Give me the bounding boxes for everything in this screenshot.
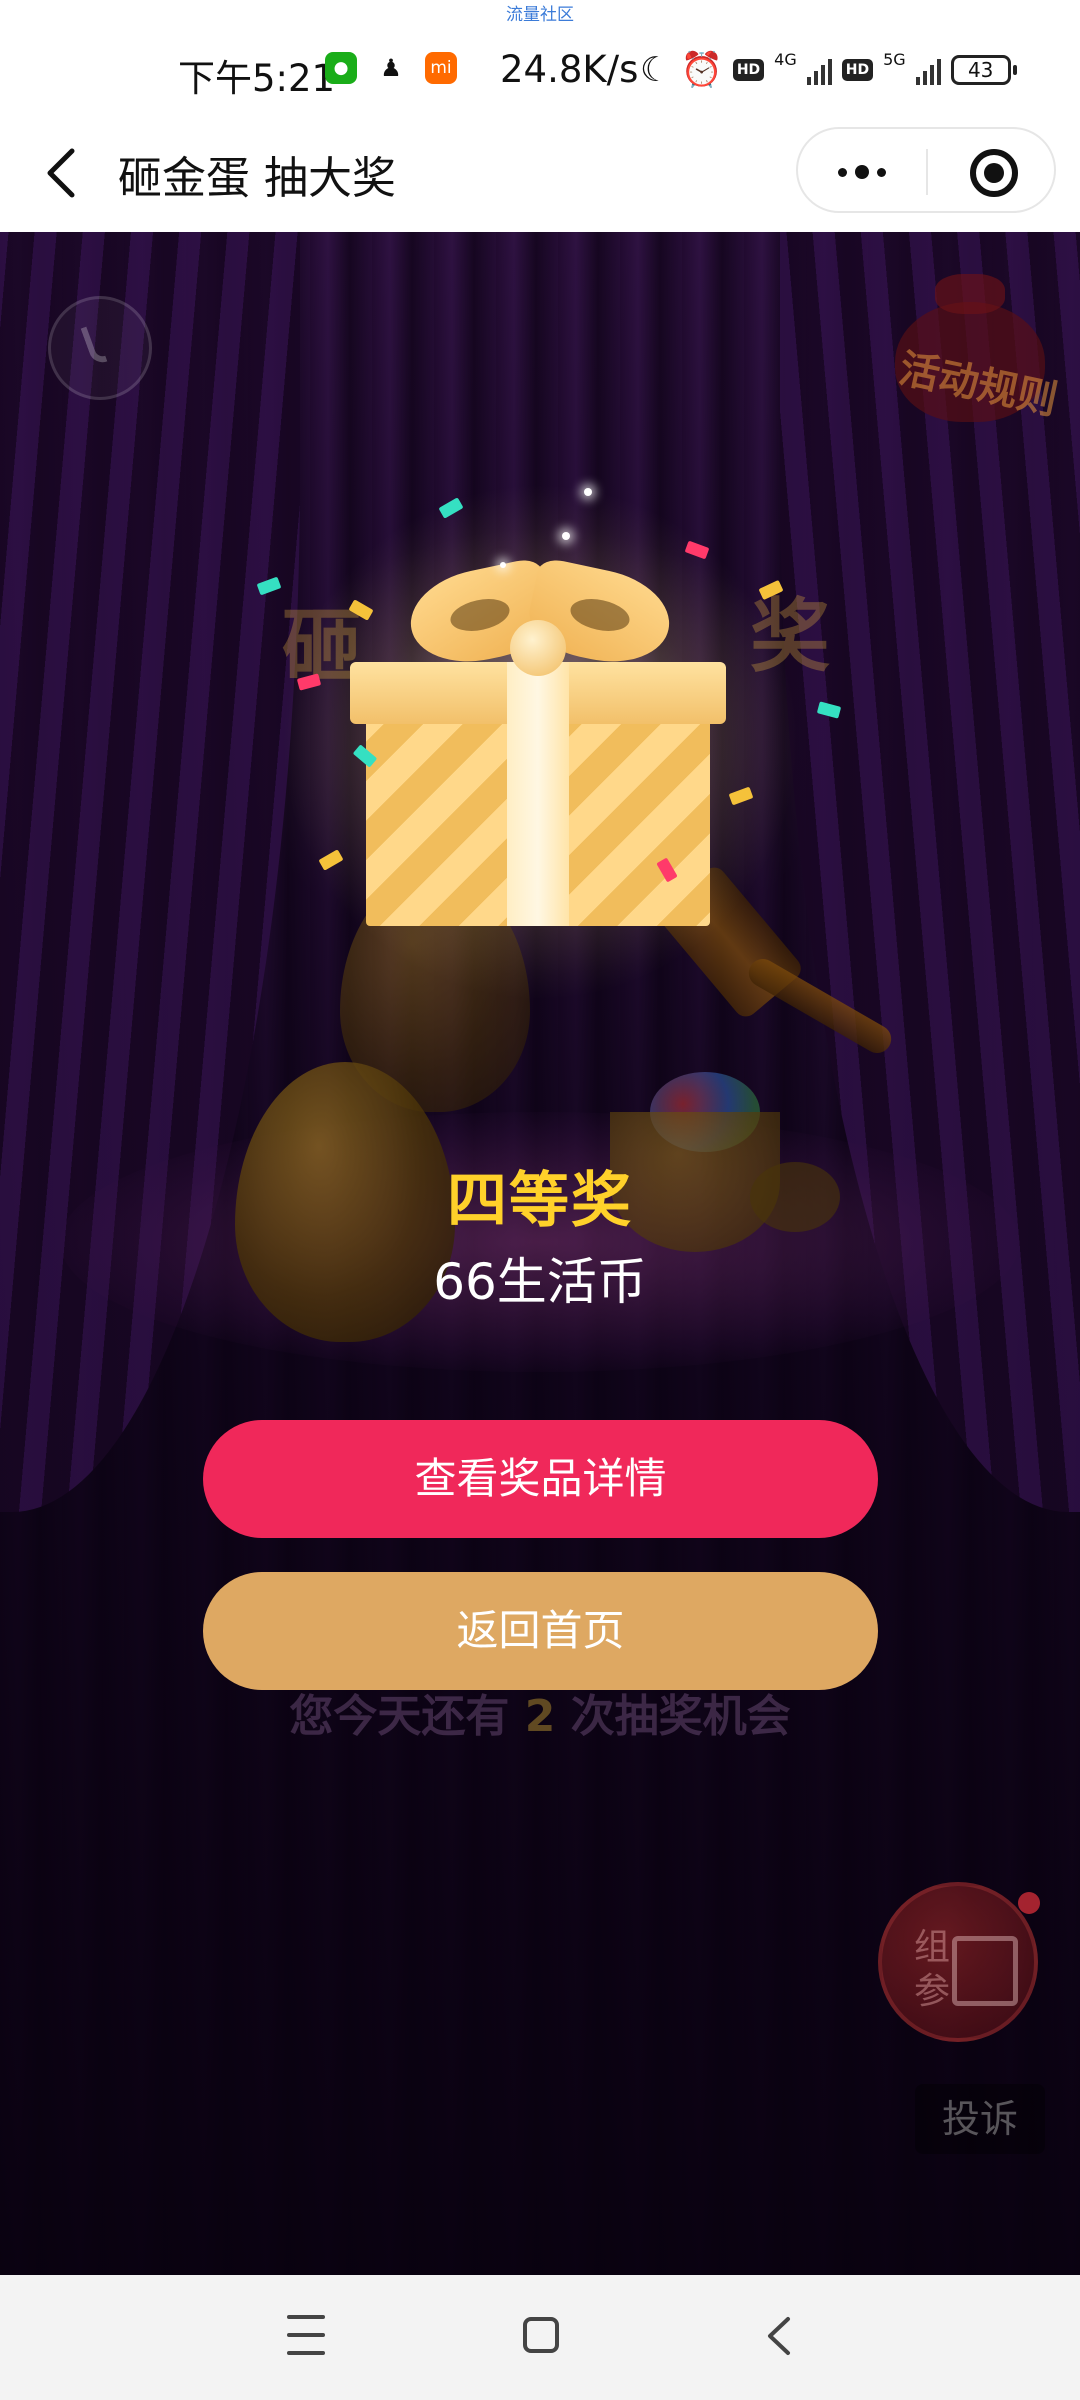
menu-line-icon [287, 2351, 325, 2355]
chances-prefix: 您今天还有 [289, 1691, 525, 1742]
top-tag: 流量社区 [506, 5, 574, 25]
lucky-bag-knot [935, 274, 1005, 314]
system-indicators: ☾ ⏰ HD 4G HD 5G 43 [640, 50, 1017, 90]
status-bar: 流量社区 下午5:21 ● ♟ mi 24.8K/s ☾ ⏰ HD 4G HD … [0, 0, 1080, 115]
network-speed: 24.8K/s [500, 48, 639, 91]
prize-level: 四等奖 [447, 1166, 633, 1236]
remaining-chances: 您今天还有 2 次抽奖机会 [0, 1680, 1080, 1744]
recent-apps-button[interactable] [287, 2315, 325, 2355]
chances-count: 2 [524, 1691, 556, 1742]
game-scene: 活动规则 砸 奖 四等奖 66生活币 查看奖品详情 返回首页 您今天还有 2 次… [0, 232, 1080, 2275]
report-button[interactable]: 投诉 [915, 2084, 1045, 2154]
network-type-1: 4G [774, 50, 797, 69]
back-arrow-icon [47, 148, 75, 198]
hd-icon: HD [732, 59, 765, 81]
network-type-2: 5G [883, 50, 906, 69]
chances-suffix: 次抽奖机会 [555, 1691, 791, 1742]
wechat-icon: ● [325, 52, 357, 84]
home-button[interactable] [523, 2317, 559, 2353]
sparkle [584, 488, 592, 496]
music-toggle-button[interactable] [48, 296, 152, 400]
rules-button[interactable]: 活动规则 [875, 262, 1075, 424]
title-bar: 砸金蛋 抽大奖 [0, 115, 1080, 232]
sparkle [562, 532, 570, 540]
gift-ribbon [507, 662, 569, 926]
return-home-button[interactable]: 返回首页 [203, 1572, 878, 1690]
prize-amount: 66生活币 [433, 1253, 647, 1311]
floating-gift-button[interactable]: 组 参 [878, 1882, 1040, 2042]
mini-program-capsule [796, 127, 1056, 213]
status-time: 下午5:21 [178, 57, 336, 100]
signal-icon [806, 55, 832, 85]
moon-icon: ☾ [640, 50, 671, 90]
hd-icon: HD [841, 59, 874, 81]
page-title: 砸金蛋 抽大奖 [118, 153, 396, 204]
more-dot-icon [855, 165, 869, 179]
back-chevron-icon [768, 2317, 790, 2355]
gift-icon [952, 1936, 1018, 2006]
system-nav-bar [0, 2275, 1080, 2400]
back-button[interactable] [40, 145, 90, 201]
more-button[interactable] [830, 153, 894, 191]
music-note-icon [80, 323, 108, 367]
close-mini-program-button[interactable] [970, 149, 1018, 197]
floating-gift-label: 组 参 [914, 1927, 951, 2012]
battery-icon: 43 [950, 55, 1017, 85]
gift-knot [510, 620, 566, 676]
alarm-icon: ⏰ [680, 50, 723, 90]
menu-line-icon [287, 2315, 325, 2319]
system-back-button[interactable] [760, 2315, 800, 2357]
notification-dot [1018, 1892, 1040, 1914]
signal-icon [915, 55, 941, 85]
more-dot-icon [877, 167, 886, 177]
more-dot-icon [838, 167, 847, 177]
capsule-divider [926, 149, 928, 195]
mi-icon: mi [425, 52, 457, 84]
qq-icon: ♟ [375, 52, 407, 84]
sparkle [500, 562, 506, 568]
notification-icons: ● ♟ mi [325, 52, 457, 84]
menu-line-icon [287, 2333, 325, 2337]
view-prize-details-button[interactable]: 查看奖品详情 [203, 1420, 878, 1538]
